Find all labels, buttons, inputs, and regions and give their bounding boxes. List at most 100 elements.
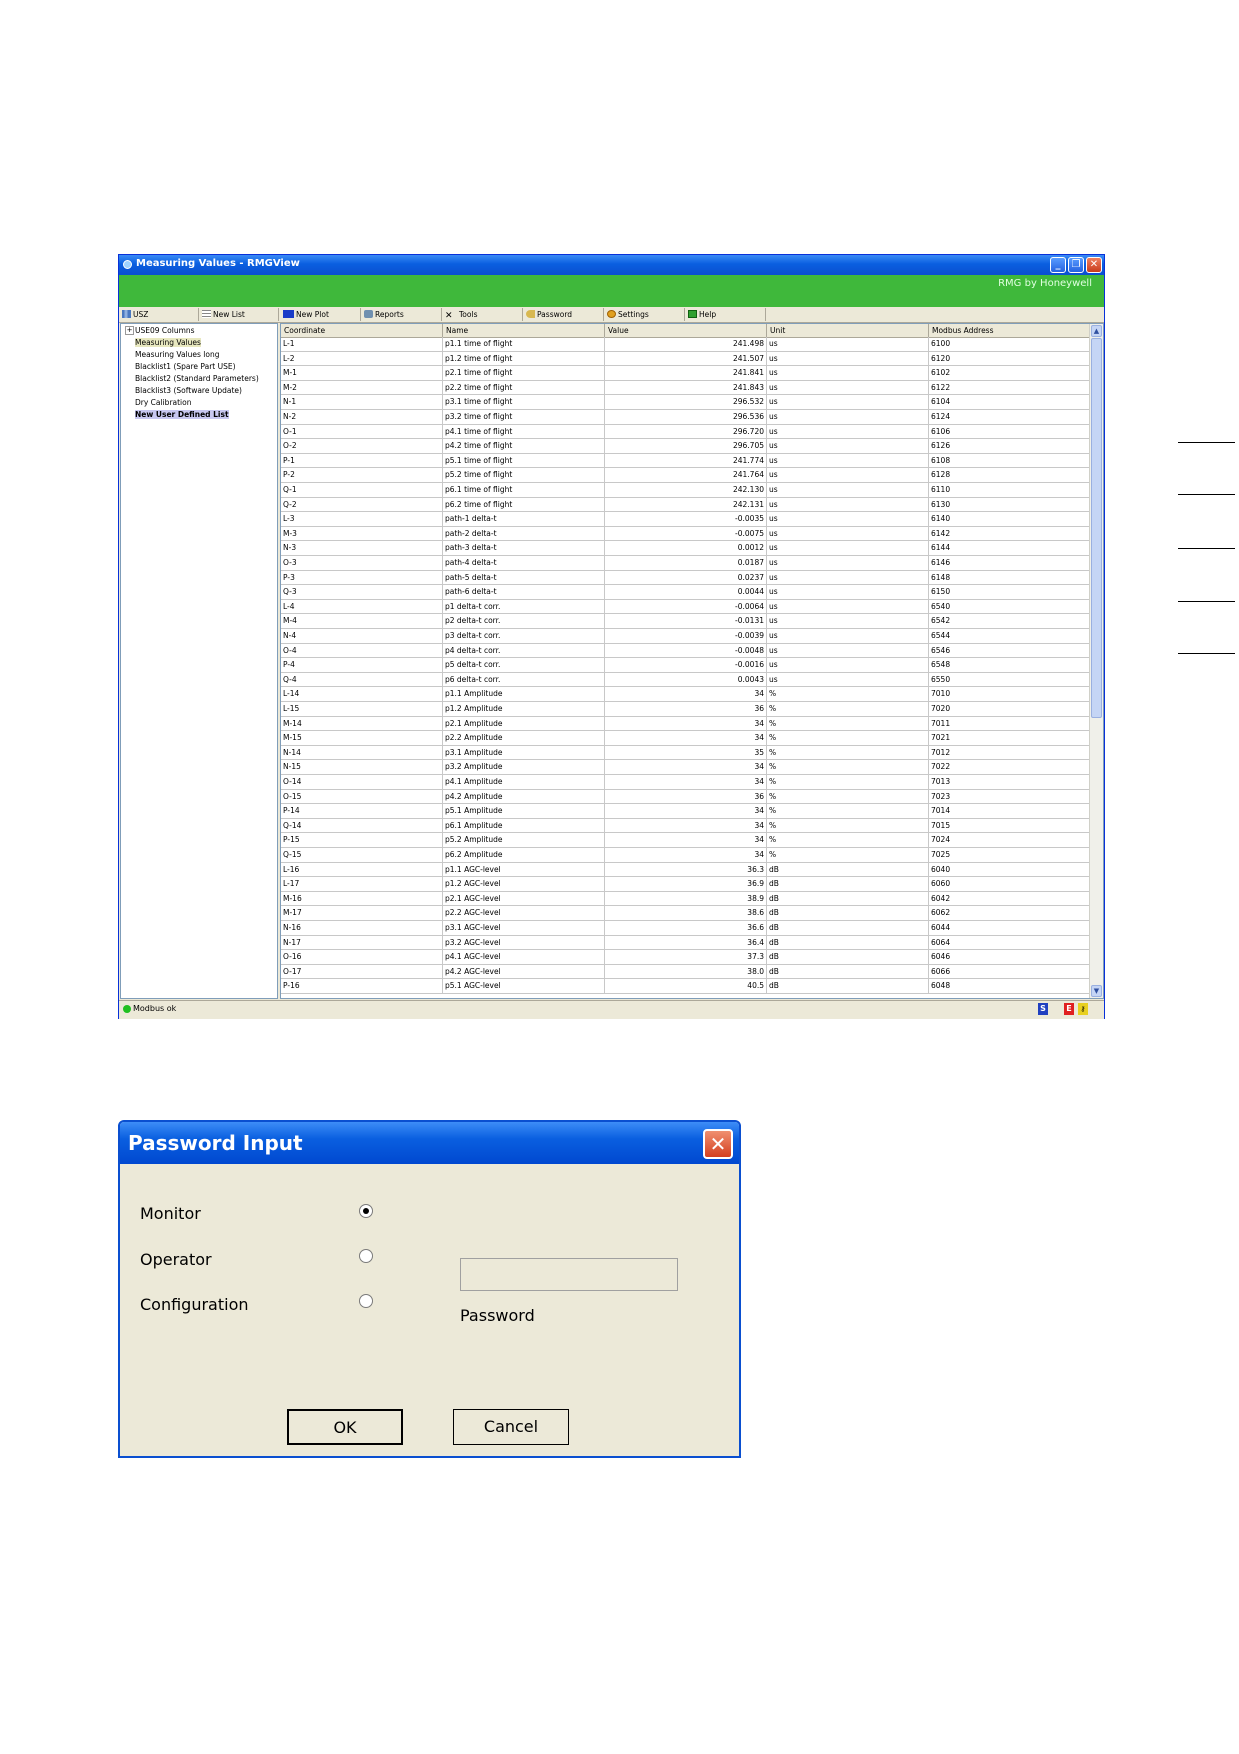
table-row[interactable]: N-4 p3 delta-t corr. -0.0039 us 6544 [281, 629, 1091, 644]
table-row[interactable]: N-16 p3.1 AGC-level 36.6 dB 6044 [281, 921, 1091, 936]
toolbar-new-list-button[interactable]: New List [199, 308, 279, 321]
table-row[interactable]: M-16 p2.1 AGC-level 38.9 dB 6042 [281, 891, 1091, 907]
toolbar-password-button[interactable]: Password [523, 308, 604, 321]
cell-coordinate: O-15 [281, 789, 443, 804]
table-row[interactable]: P-1 p5.1 time of flight 241.774 us 6108 [281, 453, 1091, 469]
table-row[interactable]: O-2 p4.2 time of flight 296.705 us 6126 [281, 439, 1091, 454]
table-row[interactable]: L-1 p1.1 time of flight 241.498 us 6100 [281, 337, 1091, 352]
cell-value: 34 [605, 804, 767, 818]
table-row[interactable]: Q-2 p6.2 time of flight 242.131 us 6130 [281, 497, 1091, 513]
table-row[interactable]: M-15 p2.2 Amplitude 34% 7021 [281, 731, 1091, 746]
monitor-radio[interactable] [359, 1204, 373, 1218]
tree-item-dry-calibration[interactable]: Dry Calibration [135, 398, 192, 407]
table-row[interactable]: P-14 p5.1 Amplitude 34% 7014 [281, 804, 1091, 819]
table-row[interactable]: L-15 p1.2 Amplitude 36% 7020 [281, 702, 1091, 717]
tree-item-blacklist3[interactable]: Blacklist3 (Software Update) [135, 386, 242, 395]
column-header-name[interactable]: Name [443, 324, 605, 337]
cell-value: 34 [605, 760, 767, 774]
column-header-coordinate[interactable]: Coordinate [281, 324, 443, 337]
ok-button[interactable]: OK [287, 1409, 403, 1445]
tree-item-new-user-defined-list[interactable]: New User Defined List [135, 410, 229, 419]
tree-item-use09-columns[interactable]: USE09 Columns [135, 326, 195, 335]
tree-item-measuring-values[interactable]: Measuring Values [135, 338, 201, 347]
table-row[interactable]: L-4 p1 delta-t corr. -0.0064 us 6540 [281, 599, 1091, 615]
table-row[interactable]: N-15 p3.2 Amplitude 34% 7022 [281, 760, 1091, 775]
table-row[interactable]: N-1 p3.1 time of flight 296.532 us 6104 [281, 395, 1091, 410]
table-row[interactable]: P-2 p5.2 time of flight 241.764 us 6128 [281, 468, 1091, 483]
table-row[interactable]: Q-15 p6.2 Amplitude 34% 7025 [281, 848, 1091, 863]
table-row[interactable]: M-2 p2.2 time of flight 241.843 us 6122 [281, 380, 1091, 396]
cell-name: path-6 delta-t [443, 585, 605, 599]
cell-name: p5.1 Amplitude [443, 804, 605, 818]
cell-modbus-address: 7020 [929, 702, 1091, 716]
cell-modbus-address: 6110 [929, 483, 1091, 497]
cell-unit: % [767, 848, 929, 862]
cell-name: p6.2 Amplitude [443, 848, 605, 862]
scroll-up-icon[interactable]: ▲ [1091, 325, 1102, 337]
table-row[interactable]: L-17 p1.2 AGC-level 36.9 dB 6060 [281, 877, 1091, 892]
table-row[interactable]: L-14 p1.1 Amplitude 34% 7010 [281, 687, 1091, 702]
table-row[interactable]: O-3 path-4 delta-t 0.0187 us 6146 [281, 556, 1091, 571]
tree-item-measuring-values-long[interactable]: Measuring Values long [135, 350, 219, 359]
table-row[interactable]: L-3 path-1 delta-t -0.0035 us 6140 [281, 512, 1091, 527]
toolbar-usz-button[interactable]: USZ [119, 308, 199, 321]
operator-radio[interactable] [359, 1249, 373, 1263]
table-row[interactable]: Q-14 p6.1 Amplitude 34% 7015 [281, 818, 1091, 834]
password-input[interactable] [460, 1258, 678, 1291]
cell-coordinate: O-2 [281, 439, 443, 453]
table-row[interactable]: Q-1 p6.1 time of flight 242.130 us 6110 [281, 483, 1091, 498]
scroll-thumb[interactable] [1091, 338, 1102, 718]
cell-modbus-address: 7013 [929, 775, 1091, 789]
close-button[interactable]: ✕ [1086, 257, 1102, 273]
table-row[interactable]: M-14 p2.1 Amplitude 34% 7011 [281, 716, 1091, 732]
restore-button[interactable]: ❐ [1068, 257, 1084, 273]
table-row[interactable]: O-16 p4.1 AGC-level 37.3 dB 6046 [281, 950, 1091, 965]
cell-value: 242.131 [605, 497, 767, 512]
table-row[interactable]: L-16 p1.1 AGC-level 36.3 dB 6040 [281, 862, 1091, 878]
cancel-button[interactable]: Cancel [453, 1409, 569, 1445]
table-row[interactable]: N-2 p3.2 time of flight 296.536 us 6124 [281, 410, 1091, 425]
table-row[interactable]: O-14 p4.1 Amplitude 34% 7013 [281, 775, 1091, 790]
table-row[interactable]: N-14 p3.1 Amplitude 35% 7012 [281, 745, 1091, 761]
scroll-down-icon[interactable]: ▼ [1091, 985, 1102, 997]
table-row[interactable]: Q-4 p6 delta-t corr. 0.0043 us 6550 [281, 672, 1091, 688]
table-row[interactable]: O-17 p4.2 AGC-level 38.0 dB 6066 [281, 964, 1091, 980]
cell-name: p3 delta-t corr. [443, 629, 605, 643]
vertical-scrollbar[interactable]: ▲ ▼ [1089, 324, 1103, 998]
toolbar-settings-button[interactable]: Settings [604, 308, 685, 321]
cell-name: p3.1 Amplitude [443, 745, 605, 760]
tree-item-blacklist2[interactable]: Blacklist2 (Standard Parameters) [135, 374, 259, 383]
table-row[interactable]: M-17 p2.2 AGC-level 38.6 dB 6062 [281, 906, 1091, 921]
table-row[interactable]: M-3 path-2 delta-t -0.0075 us 6142 [281, 526, 1091, 542]
toolbar-tools-button[interactable]: ✕ Tools [442, 308, 523, 321]
cell-coordinate: N-4 [281, 629, 443, 643]
table-row[interactable]: N-17 p3.2 AGC-level 36.4 dB 6064 [281, 935, 1091, 951]
table-row[interactable]: P-16 p5.1 AGC-level 40.5 dB 6048 [281, 979, 1091, 994]
dialog-close-button[interactable]: ✕ [703, 1129, 733, 1159]
cell-modbus-address: 6062 [929, 906, 1091, 920]
table-row[interactable]: O-1 p4.1 time of flight 296.720 us 6106 [281, 424, 1091, 440]
column-header-unit[interactable]: Unit [767, 324, 929, 337]
column-header-modbus-address[interactable]: Modbus Address [929, 324, 1091, 337]
minimize-button[interactable]: _ [1050, 257, 1066, 273]
tree-expander[interactable]: + [125, 326, 134, 335]
table-row[interactable]: M-4 p2 delta-t corr. -0.0131 us 6542 [281, 614, 1091, 629]
cell-coordinate: M-2 [281, 380, 443, 395]
cell-value: 241.774 [605, 453, 767, 468]
toolbar-new-plot-button[interactable]: New Plot [280, 308, 361, 321]
table-row[interactable]: Q-3 path-6 delta-t 0.0044 us 6150 [281, 585, 1091, 600]
table-row[interactable]: O-15 p4.2 Amplitude 36% 7023 [281, 789, 1091, 805]
configuration-radio[interactable] [359, 1294, 373, 1308]
table-row[interactable]: P-15 p5.2 Amplitude 34% 7024 [281, 833, 1091, 848]
toolbar-reports-button[interactable]: Reports [361, 308, 442, 321]
table-row[interactable]: M-1 p2.1 time of flight 241.841 us 6102 [281, 366, 1091, 381]
column-header-value[interactable]: Value [605, 324, 767, 337]
toolbar-help-button[interactable]: Help [685, 308, 766, 321]
table-row[interactable]: L-2 p1.2 time of flight 241.507 us 6120 [281, 351, 1091, 367]
table-row[interactable]: P-3 path-5 delta-t 0.0237 us 6148 [281, 570, 1091, 586]
cell-value: 36.4 [605, 935, 767, 950]
tree-item-blacklist1[interactable]: Blacklist1 (Spare Part USE) [135, 362, 236, 371]
table-row[interactable]: N-3 path-3 delta-t 0.0012 us 6144 [281, 541, 1091, 556]
table-row[interactable]: P-4 p5 delta-t corr. -0.0016 us 6548 [281, 658, 1091, 673]
table-row[interactable]: O-4 p4 delta-t corr. -0.0048 us 6546 [281, 643, 1091, 659]
